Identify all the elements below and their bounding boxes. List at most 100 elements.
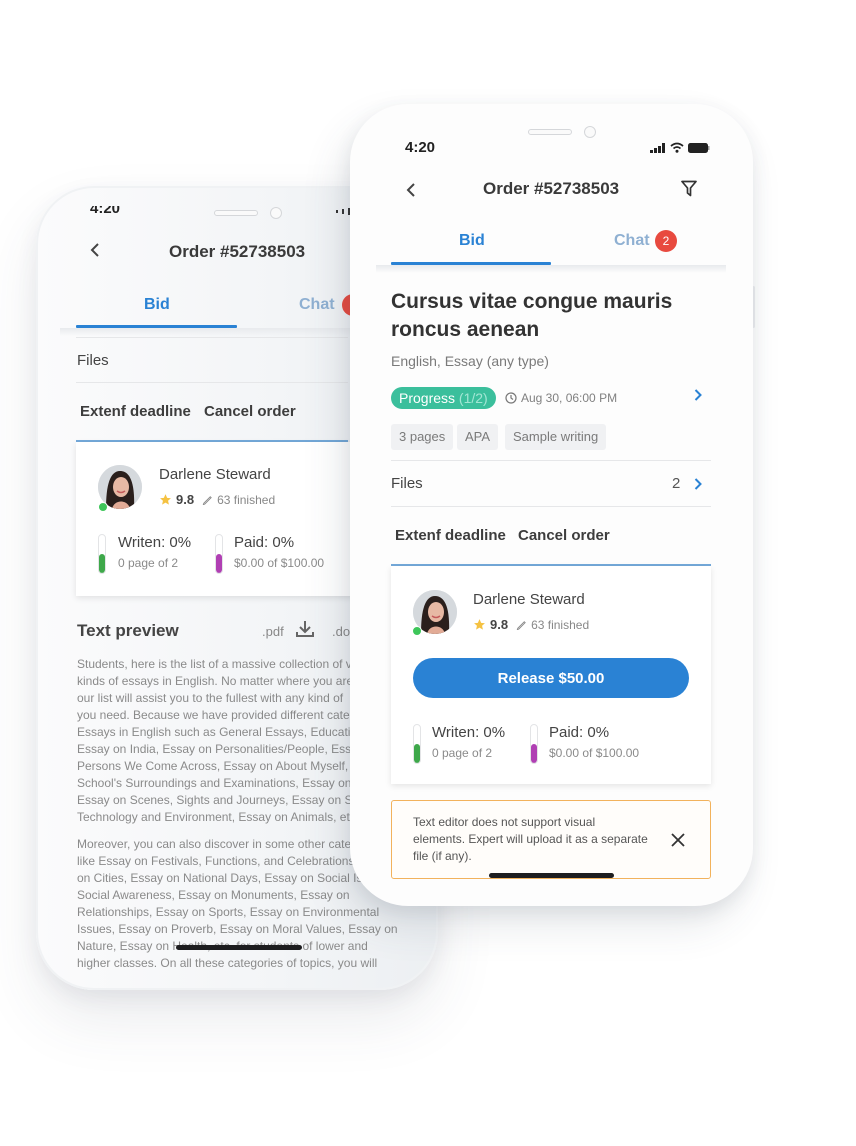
- paid-progress-bar: [215, 534, 223, 574]
- written-title: Writen: 0%: [118, 534, 192, 551]
- text-line: Essay on Scenes, Sights and Journeys, Es…: [77, 793, 368, 807]
- paid-sub: $0.00 of $100.00: [549, 746, 640, 760]
- tab-chat[interactable]: Chat: [299, 296, 335, 314]
- extend-deadline-button[interactable]: Extenf deadline: [395, 527, 506, 544]
- tab-bid[interactable]: Bid: [144, 296, 170, 314]
- text-line: Essay on India, Essay on Personalities/P…: [77, 742, 364, 756]
- notice-close-button[interactable]: [671, 833, 685, 852]
- paid-progress-fill: [216, 554, 222, 573]
- status-label: Progress: [399, 390, 456, 406]
- expert-finished: 63 finished: [217, 492, 276, 507]
- written-title: Writen: 0%: [432, 724, 506, 741]
- page-title: Order #52738503: [483, 179, 620, 198]
- paid-title: Paid: 0%: [549, 724, 610, 741]
- signal-icon: [650, 142, 665, 153]
- status-time: 4:20: [90, 200, 121, 217]
- order-title: Cursus vitae congue mauris roncus aenean: [391, 288, 672, 344]
- details-chevron[interactable]: [694, 388, 702, 406]
- expert-meta: 9.8 63 finished: [473, 617, 589, 632]
- expert-rating: 9.8: [490, 617, 509, 632]
- online-status-dot: [98, 502, 108, 512]
- tag-type: Sample writing: [505, 424, 607, 450]
- tab-bid[interactable]: Bid: [459, 232, 485, 250]
- status-fraction: (1/2): [458, 390, 488, 406]
- paid-progress-bar: [530, 724, 538, 764]
- order-title-line: Cursus vitae congue mauris: [391, 290, 673, 313]
- expert-card: Darlene Steward 9.8 63 finished Writen: …: [76, 442, 366, 596]
- page-title: Order #52738503: [169, 242, 306, 261]
- text-line: higher classes. On all these categories …: [77, 956, 378, 970]
- download-button[interactable]: [295, 620, 315, 643]
- paid-sub: $0.00 of $100.00: [234, 556, 325, 570]
- close-icon: [671, 833, 685, 847]
- online-status-dot: [412, 626, 422, 636]
- expert-name[interactable]: Darlene Steward: [159, 466, 271, 483]
- front-phone-frame: 4:20 Order #52738503 Bid Chat 2 Cursus v…: [350, 104, 753, 906]
- files-label[interactable]: Files: [77, 352, 109, 369]
- cancel-order-button[interactable]: Cancel order: [518, 527, 610, 544]
- text-line: Issues, Essay on Proverb, Essay on Moral…: [77, 922, 398, 936]
- camera-icon: [584, 126, 596, 138]
- status-icons: [650, 142, 710, 153]
- back-button[interactable]: [90, 241, 100, 262]
- tab-chat[interactable]: Chat: [614, 232, 650, 250]
- status-time: 4:20: [405, 139, 436, 156]
- written-progress-bar: [413, 724, 421, 764]
- chevron-right-icon: [694, 389, 702, 401]
- notice-line: elements. Expert will upload it as a sep…: [413, 832, 648, 846]
- written-progress-fill: [414, 744, 420, 763]
- home-indicator[interactable]: [176, 945, 302, 950]
- tab-shadow: [60, 328, 360, 336]
- pdf-format-label[interactable]: .pdf: [262, 624, 284, 639]
- battery-icon: [688, 142, 710, 153]
- tab-shadow: [376, 265, 726, 273]
- camera-icon: [270, 207, 282, 219]
- back-button[interactable]: [406, 181, 416, 202]
- speaker-icon: [214, 210, 258, 216]
- files-label[interactable]: Files: [391, 475, 423, 492]
- notice-text: Text editor does not support visual elem…: [413, 814, 648, 865]
- home-indicator[interactable]: [489, 873, 614, 878]
- chevron-left-icon: [406, 183, 415, 197]
- divider: [76, 382, 348, 383]
- tag-format: APA: [457, 424, 499, 450]
- expert-card: Darlene Steward 9.8 63 finished Release …: [391, 566, 711, 784]
- text-line: Students, here is the list of a massive …: [77, 657, 352, 671]
- text-line: kinds of essays in English. No matter wh…: [77, 674, 354, 688]
- chat-badge: 2: [655, 230, 677, 252]
- clock-icon: [505, 392, 517, 404]
- divider: [391, 506, 711, 507]
- release-payment-button[interactable]: Release $50.00: [413, 658, 689, 698]
- download-icon: [296, 621, 314, 637]
- order-subtitle: English, Essay (any type): [391, 353, 549, 369]
- text-line: Essays in English such as General Essays…: [77, 725, 364, 739]
- star-icon: [474, 619, 485, 630]
- text-line: Technology and Environment, Essay on Ani…: [77, 810, 356, 824]
- divider: [391, 460, 711, 461]
- paid-progress-fill: [531, 744, 537, 763]
- signal-icon: [336, 208, 350, 215]
- extend-deadline-button[interactable]: Extenf deadline: [80, 403, 191, 420]
- doc-format-label[interactable]: .do: [332, 624, 350, 639]
- written-progress-fill: [99, 554, 105, 573]
- text-line: you need. Because we have provided diffe…: [77, 708, 350, 722]
- written-sub: 0 page of 2: [118, 556, 179, 570]
- tag-pages: 3 pages: [391, 424, 454, 450]
- text-line: School's Surroundings and Examinations, …: [77, 776, 363, 790]
- wifi-icon: [670, 142, 684, 153]
- speaker-icon: [528, 129, 572, 135]
- cancel-order-button[interactable]: Cancel order: [204, 403, 296, 420]
- filter-button[interactable]: [681, 180, 697, 202]
- text-line: Relationships, Essay on Sports, Essay on…: [77, 905, 380, 919]
- expert-rating: 9.8: [176, 492, 195, 507]
- files-chevron[interactable]: [694, 477, 702, 495]
- written-progress-bar: [98, 534, 106, 574]
- files-count: 2: [672, 475, 681, 492]
- text-line: Persons We Come Across, Essay on About M…: [77, 759, 360, 773]
- text-preview-paragraph-1: Students, here is the list of a massive …: [77, 656, 368, 826]
- paid-title: Paid: 0%: [234, 534, 295, 551]
- expert-name[interactable]: Darlene Steward: [473, 591, 585, 608]
- notice-line: Text editor does not support visual: [413, 815, 596, 829]
- expert-finished: 63 finished: [531, 617, 590, 632]
- order-title-line: roncus aenean: [391, 318, 540, 341]
